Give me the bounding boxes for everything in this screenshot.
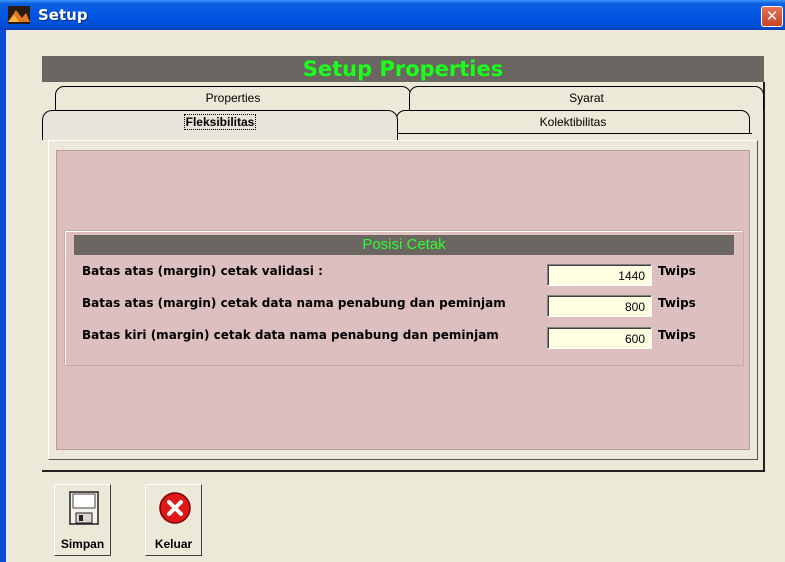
margin-kiri-nama-input[interactable]: 600 xyxy=(547,327,652,349)
margin-atas-nama-input[interactable]: 800 xyxy=(547,295,652,317)
title-bar[interactable]: Setup ✕ xyxy=(0,0,785,30)
label-margin-atas-nama: Batas atas (margin) cetak data nama pena… xyxy=(82,296,506,310)
app-icon xyxy=(8,6,30,24)
close-button[interactable]: ✕ xyxy=(761,6,783,27)
floppy-disk-icon xyxy=(69,491,99,525)
exit-button[interactable]: Keluar xyxy=(145,484,202,556)
unit-label: Twips xyxy=(658,264,696,278)
window-border xyxy=(0,30,6,562)
tab-fleksibilitas-label: Fleksibilitas xyxy=(183,114,257,130)
save-button-label: Simpan xyxy=(60,537,105,551)
unit-label: Twips xyxy=(658,296,696,310)
exit-button-label: Keluar xyxy=(154,537,193,551)
tab-kolektibilitas[interactable]: Kolektibilitas xyxy=(396,110,750,134)
window-title: Setup xyxy=(38,6,88,24)
tab-properties[interactable]: Properties xyxy=(55,86,411,110)
save-button[interactable]: Simpan xyxy=(54,484,111,556)
tab-fleksibilitas[interactable]: Fleksibilitas xyxy=(42,110,398,140)
margin-validasi-input[interactable]: 1440 xyxy=(547,264,652,286)
close-circle-icon xyxy=(159,492,191,524)
tab-divider xyxy=(395,133,752,134)
page-title: Setup Properties xyxy=(42,56,764,82)
group-title: Posisi Cetak xyxy=(74,235,734,255)
tab-syarat[interactable]: Syarat xyxy=(409,86,764,110)
label-margin-validasi: Batas atas (margin) cetak validasi : xyxy=(82,264,323,278)
label-margin-kiri-nama: Batas kiri (margin) cetak data nama pena… xyxy=(82,328,499,342)
unit-label: Twips xyxy=(658,328,696,342)
